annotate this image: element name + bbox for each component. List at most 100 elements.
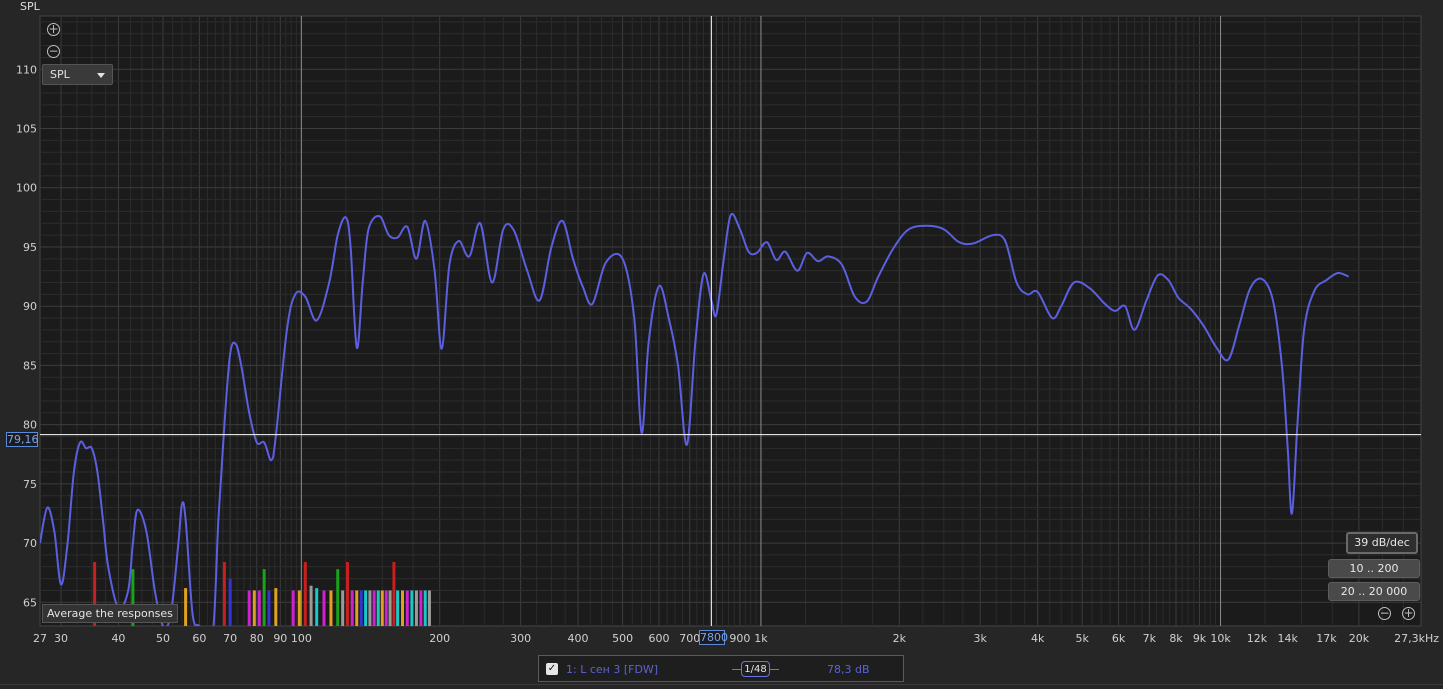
checkbox-icon[interactable]: ✓ (546, 663, 558, 675)
plot-area (39, 15, 1422, 627)
bar (396, 590, 400, 626)
range-10-200-button[interactable]: 10 .. 200 (1328, 559, 1420, 578)
bar (297, 590, 301, 626)
bar (380, 590, 384, 626)
bar (184, 588, 188, 626)
bar (364, 590, 368, 626)
x-tick-label: 40 (111, 632, 125, 645)
x-tick-label: 5k (1076, 632, 1090, 645)
y-tick-label: 100 (16, 182, 37, 195)
bar (322, 590, 326, 626)
y-tick-label: 75 (23, 478, 37, 491)
legend-cursor-value: 78,3 dB (827, 663, 870, 676)
y-tick-label: 95 (23, 241, 37, 254)
bar (419, 590, 423, 626)
slope-button[interactable]: 39 dB/dec (1346, 532, 1418, 554)
x-tick-label: 27 (33, 632, 47, 645)
x-tick-label: 4k (1031, 632, 1045, 645)
bar (309, 585, 313, 626)
bar (372, 590, 376, 626)
bar (247, 590, 251, 626)
x-tick-label: 80 (250, 632, 264, 645)
dropdown-value: SPL (50, 68, 70, 81)
x-tick-label: 70 (223, 632, 237, 645)
bar (228, 578, 232, 626)
x-tick-label: 17k (1316, 632, 1337, 645)
y-tick-label: 105 (16, 123, 37, 136)
status-divider (0, 684, 1443, 685)
x-tick-label: 600 (648, 632, 669, 645)
bar (427, 590, 431, 626)
bar (350, 590, 354, 626)
bar (414, 590, 418, 626)
bar (345, 562, 349, 626)
x-tick-label: 20k (1349, 632, 1370, 645)
y-tick-label: 65 (23, 596, 37, 609)
x-tick-label: 50 (156, 632, 170, 645)
x-tick-label: 27,3kHz (1394, 632, 1439, 645)
tooltip: Average the responses (42, 604, 178, 623)
dropdown-caret-icon (97, 73, 105, 78)
y-tick-label: 110 (16, 63, 37, 76)
x-tick-label: 200 (429, 632, 450, 645)
x-tick-label: 700 (679, 632, 700, 645)
x-tick-label: 400 (568, 632, 589, 645)
bar (405, 590, 409, 626)
bar (252, 590, 256, 626)
bar (291, 590, 295, 626)
x-tick-label: 10k (1210, 632, 1231, 645)
zoom-in-icon[interactable]: + (47, 23, 60, 36)
measurement-type-dropdown[interactable]: SPL (42, 64, 113, 85)
range-20-20000-button[interactable]: 20 .. 20 000 (1328, 582, 1420, 601)
x-tick-label: 9k (1193, 632, 1207, 645)
legend-panel: ✓ 1: L сен 3 [FDW] 1/48 78,3 dB (538, 655, 904, 682)
x-tick-label: 500 (612, 632, 633, 645)
zoom-out-icon[interactable]: − (47, 45, 60, 58)
x-tick-label: 7k (1143, 632, 1157, 645)
cursor-y-readout: 79,16 (6, 432, 39, 447)
legend-line-left (732, 669, 741, 670)
x-tick-label: 90 (273, 632, 287, 645)
bar (384, 590, 388, 626)
bar (267, 590, 271, 626)
bar (368, 590, 372, 626)
bar (376, 590, 380, 626)
x-tick-label: 2k (893, 632, 907, 645)
x-tick-label: 300 (510, 632, 531, 645)
bar (341, 590, 345, 626)
bar (401, 590, 405, 626)
smoothing-button[interactable]: 1/48 (741, 661, 770, 677)
legend-measurement-name[interactable]: 1: L сен 3 [FDW] (566, 663, 658, 676)
bar (392, 562, 396, 626)
spl-chart[interactable]: 65 70 75 80 85 90 95 100 105 110 27 30 40 50 60 70 80 90 1… (0, 0, 1443, 689)
bar (257, 590, 261, 626)
x-tick-label: 6k (1112, 632, 1126, 645)
x-tick-label: 12k (1247, 632, 1268, 645)
bar (303, 562, 307, 626)
x-tick-label: 3k (974, 632, 988, 645)
bar (388, 590, 392, 626)
x-zoom-out-icon[interactable]: − (1378, 607, 1391, 620)
x-tick-label: 1k (754, 632, 768, 645)
bar (359, 590, 363, 626)
legend-line-right (770, 669, 779, 670)
cursor-x-readout: 7800 (699, 630, 728, 645)
x-tick-label: 14k (1278, 632, 1299, 645)
bar (315, 588, 319, 626)
x-tick-label: 100 (291, 632, 312, 645)
y-tick-label: 90 (23, 300, 37, 313)
bar (262, 569, 266, 626)
bar (355, 590, 359, 626)
x-zoom-in-icon[interactable]: + (1402, 607, 1415, 620)
x-tick-label: 900 (729, 632, 750, 645)
bar (274, 588, 278, 626)
y-tick-label: 80 (23, 419, 37, 432)
x-tick-label: 8k (1169, 632, 1183, 645)
x-tick-label: 60 (192, 632, 206, 645)
bar (336, 569, 340, 626)
y-tick-label: 70 (23, 537, 37, 550)
bar (410, 590, 414, 626)
y-axis-title: SPL (20, 0, 40, 13)
bar (423, 590, 427, 626)
bar (222, 562, 226, 626)
